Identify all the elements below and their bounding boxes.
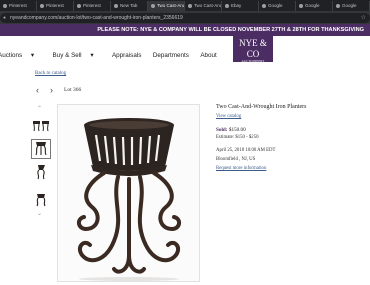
- nav-item-departments[interactable]: Departments: [153, 51, 189, 61]
- iron-planter-image: [77, 118, 181, 281]
- browser-toolbar: ● nyeandcompany.com/auction-lot/two-cast…: [0, 11, 370, 24]
- thumbnail-image[interactable]: [31, 162, 51, 182]
- nav-item-auctions[interactable]: Auctions ▾: [0, 51, 41, 61]
- browser-tab[interactable]: Google: [296, 1, 333, 11]
- bookmark-star-icon[interactable]: ☆: [361, 13, 366, 23]
- logo-wordmark: NYE & CO: [239, 38, 267, 59]
- lot-number: Lot 366: [64, 87, 82, 93]
- announcement-text: PLEASE NOTE: NYE & COMPANY WILL BE CLOSE…: [97, 27, 364, 33]
- nav-item-appraisals[interactable]: Appraisals: [112, 51, 141, 61]
- nav-item-label: Auctions: [0, 52, 23, 59]
- planter-thumbnail-icon: [33, 121, 49, 132]
- browser-tab[interactable]: Two Cast-And-Wrought: [185, 1, 222, 11]
- lock-icon: ●: [3, 14, 7, 21]
- planter-thumbnail-icon: [36, 194, 46, 207]
- chevron-up-icon[interactable]: ⌃: [37, 106, 42, 112]
- thumbnail-image[interactable]: [31, 190, 51, 210]
- nav-item-about[interactable]: About: [200, 51, 216, 61]
- browser-tab[interactable]: New Tab: [111, 1, 148, 11]
- site-logo[interactable]: NYE & CO AUCTIONEERS APPRAISERS ANTIQUES: [233, 36, 273, 70]
- sold-price: $150.00: [228, 127, 246, 133]
- address-bar[interactable]: ● nyeandcompany.com/auction-lot/two-cast…: [0, 12, 370, 23]
- browser-tab-active[interactable]: Two Cast-And-Wrought Iron Planters: [148, 1, 185, 11]
- view-catalog-link[interactable]: View catalog: [216, 114, 241, 119]
- announcement-banner: PLEASE NOTE: NYE & COMPANY WILL BE CLOSE…: [0, 24, 370, 36]
- browser-tab[interactable]: Pinterest: [0, 1, 37, 11]
- back-to-catalog-link[interactable]: Back to catalog: [35, 71, 66, 76]
- sold-price-row: Sold: $150.00: [216, 127, 246, 133]
- browser-tab[interactable]: Pinterest: [74, 1, 111, 11]
- planter-thumbnail-icon: [35, 142, 47, 156]
- browser-tab[interactable]: Google: [259, 1, 296, 11]
- logo-tagline: ANTIQUES: [244, 66, 262, 71]
- previous-lot-icon[interactable]: ‹: [36, 85, 39, 95]
- lot-title: Two Cast-And-Wrought Iron Planters: [216, 104, 307, 110]
- next-lot-icon[interactable]: ›: [50, 85, 53, 95]
- chevron-down-icon: ▾: [90, 52, 94, 59]
- thumbnail-image-selected[interactable]: [31, 139, 51, 159]
- address-bar-url: nyeandcompany.com/auction-lot/two-cast-a…: [10, 14, 183, 21]
- chevron-down-icon[interactable]: ⌄: [37, 211, 42, 217]
- browser-tab[interactable]: Pinterest: [37, 1, 74, 11]
- auction-location: Bloomfield , NJ, US: [216, 157, 256, 162]
- browser-tab[interactable]: Google: [333, 1, 370, 11]
- planter-thumbnail-icon: [37, 165, 45, 180]
- nav-item-buy-sell[interactable]: Buy & Sell ▾: [53, 51, 101, 61]
- nav-item-label: Buy & Sell: [52, 52, 82, 59]
- thumbnail-image[interactable]: [31, 116, 51, 136]
- request-more-info-link[interactable]: Request more information: [216, 166, 266, 171]
- main-lot-image[interactable]: [57, 104, 200, 282]
- browser-tab[interactable]: Ebay: [222, 1, 259, 11]
- main-navigation: Auctions ▾ Buy & Sell ▾ Appraisals Depar…: [0, 44, 224, 59]
- browser-tab-strip: Pinterest Pinterest Pinterest New Tab Tw…: [0, 0, 370, 11]
- sold-label: Sold:: [216, 127, 228, 133]
- chevron-down-icon: ▾: [30, 52, 35, 59]
- auction-date: April 25, 2018 10:00 AM EDT: [216, 148, 276, 153]
- estimate-text: Estimate: $150 - $250: [216, 135, 259, 140]
